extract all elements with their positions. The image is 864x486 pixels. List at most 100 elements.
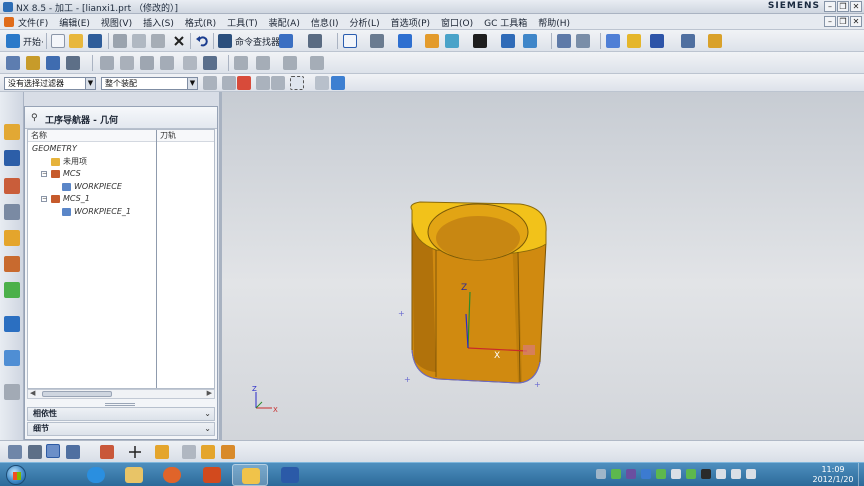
simulate-icon[interactable] (650, 34, 664, 48)
command-finder-icon[interactable] (218, 34, 232, 48)
copy-icon[interactable] (132, 34, 146, 48)
orient-view-icon[interactable] (308, 34, 322, 48)
history-icon[interactable] (4, 316, 20, 332)
menu-item[interactable]: 装配(A) (269, 16, 300, 29)
taskbar-explorer[interactable] (116, 464, 152, 486)
start-icon[interactable] (6, 34, 20, 48)
taskbar-ie[interactable] (78, 464, 114, 486)
create-geometry-icon[interactable] (46, 56, 60, 70)
machine-view-icon[interactable] (283, 56, 297, 70)
create-tool-icon[interactable] (26, 56, 40, 70)
view-select-icon[interactable] (315, 76, 329, 90)
battery-icon[interactable] (611, 469, 621, 479)
doc-close-button[interactable]: ✕ (850, 16, 862, 27)
collapse-icon[interactable]: − (41, 171, 47, 178)
view-cube-icon[interactable] (279, 34, 293, 48)
network-icon[interactable] (641, 469, 651, 479)
panel-splitter[interactable] (105, 403, 135, 406)
cam-tools-icon[interactable] (100, 445, 114, 459)
toolpath-list-icon[interactable] (256, 56, 270, 70)
bluetooth-icon[interactable] (626, 469, 636, 479)
tree-row[interactable]: − MCS (28, 168, 214, 180)
render-style-icon[interactable] (398, 34, 412, 48)
restore-button[interactable]: ❐ (837, 1, 849, 12)
menu-item[interactable]: 帮助(H) (538, 16, 570, 29)
taskbar-word[interactable] (272, 464, 308, 486)
program-view-icon[interactable] (28, 445, 42, 459)
update-icon[interactable] (686, 469, 696, 479)
input-method-icon[interactable] (701, 469, 711, 479)
doc-minimize-button[interactable]: – (824, 16, 836, 27)
add-icon[interactable] (128, 445, 142, 459)
menu-item[interactable]: 工具(T) (227, 16, 258, 29)
menu-item[interactable]: 文件(F) (18, 16, 48, 29)
shop-doc-icon[interactable] (183, 56, 197, 70)
settings-icon[interactable] (221, 445, 235, 459)
tree-row[interactable]: WORKPIECE (28, 181, 214, 193)
part-navigator-icon[interactable] (4, 204, 20, 220)
minimize-button[interactable]: – (824, 1, 836, 12)
fit-view-icon[interactable] (343, 34, 357, 48)
table-icon[interactable] (557, 34, 571, 48)
tree-row[interactable]: − MCS_1 (28, 193, 214, 205)
usb-icon[interactable] (671, 469, 681, 479)
layer-icon[interactable] (523, 34, 537, 48)
geometry-tree[interactable]: 名称 刀轨 GEOMETRY 未用项 − MCS WORKPIECE − MCS_1 WORK… (27, 129, 215, 389)
scrollbar-thumb[interactable] (42, 391, 112, 397)
hd3d-tools-icon[interactable] (4, 256, 20, 272)
hide-show-icon[interactable] (445, 34, 459, 48)
verify-toolpath-icon[interactable] (140, 56, 154, 70)
system-materials-icon[interactable] (4, 350, 20, 366)
menu-item[interactable]: 信息(I) (311, 16, 339, 29)
snap-midpoint-icon[interactable] (256, 76, 270, 90)
menu-item[interactable]: 格式(R) (185, 16, 216, 29)
new-file-icon[interactable] (51, 34, 65, 48)
program-order-icon[interactable] (310, 56, 324, 70)
solid-select-icon[interactable] (331, 76, 345, 90)
collapse-icon[interactable]: − (41, 196, 47, 203)
model-canvas[interactable]: X Z + + + X Z (222, 92, 864, 440)
open-folder-icon[interactable] (69, 34, 83, 48)
geometry-view-icon[interactable] (46, 444, 60, 458)
save-icon[interactable] (88, 34, 102, 48)
menu-item[interactable]: 首选项(P) (391, 16, 430, 29)
generate-toolpath-icon[interactable] (100, 56, 114, 70)
show-desktop-button[interactable] (858, 463, 864, 486)
measure-icon[interactable] (576, 34, 590, 48)
cut-icon[interactable] (113, 34, 127, 48)
start-menu-label[interactable]: 开始· (23, 35, 44, 48)
tree-row[interactable]: GEOMETRY (28, 143, 214, 155)
graphics-viewport[interactable]: X Z + + + X Z (222, 92, 864, 440)
taskbar-media-player[interactable] (154, 464, 190, 486)
web-browser-icon[interactable] (4, 282, 20, 298)
menu-item[interactable]: 插入(S) (143, 16, 174, 29)
process-studio-icon[interactable] (4, 384, 20, 400)
power-icon[interactable] (716, 469, 726, 479)
ruler-icon[interactable] (708, 34, 722, 48)
snap-endpoint-icon[interactable] (237, 76, 251, 90)
close-button[interactable]: ✕ (850, 1, 862, 12)
taskbar-powerpoint[interactable] (194, 464, 230, 486)
postprocess-icon[interactable] (160, 56, 174, 70)
rotate-view-icon[interactable] (370, 34, 384, 48)
assembly-navigator-icon[interactable] (4, 124, 20, 140)
toolpath-display-icon[interactable] (234, 56, 248, 70)
background-color-icon[interactable] (473, 34, 487, 48)
create-program-icon[interactable] (6, 56, 20, 70)
delete-icon[interactable] (172, 34, 186, 48)
taskbar-nx[interactable] (232, 464, 268, 486)
undo-icon[interactable] (195, 34, 209, 48)
move-handle-icon[interactable] (681, 34, 695, 48)
tree-row[interactable]: WORKPIECE_1 (28, 206, 214, 218)
pin-icon[interactable]: ⚲ (31, 113, 38, 123)
horizontal-scrollbar[interactable]: ◀ ▶ (27, 389, 215, 399)
create-method-icon[interactable] (66, 56, 80, 70)
snap-center-icon[interactable] (271, 76, 285, 90)
volume-icon[interactable] (746, 469, 756, 479)
scroll-left-icon[interactable]: ◀ (30, 389, 35, 397)
menu-item[interactable]: 视图(V) (101, 16, 132, 29)
workpiece-model[interactable] (410, 201, 547, 384)
dependencies-section[interactable]: 相依性 ⌄ (27, 407, 215, 421)
column-header-toolpath[interactable]: 刀轨 (157, 130, 214, 142)
type-filter-dropdown[interactable]: 没有选择过滤器 ▼ (4, 77, 96, 90)
